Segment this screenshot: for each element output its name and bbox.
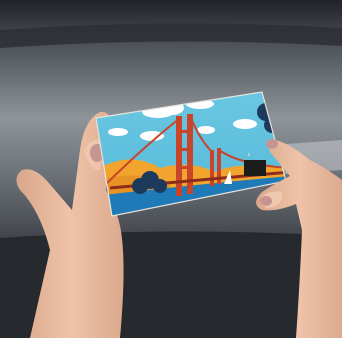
- right-thumbnail: [260, 196, 272, 206]
- photo: ɪ: [0, 0, 342, 338]
- brand-label: ɪ: [248, 152, 250, 158]
- photo-scene: ɪ: [0, 0, 342, 338]
- right-fingernail: [266, 139, 278, 149]
